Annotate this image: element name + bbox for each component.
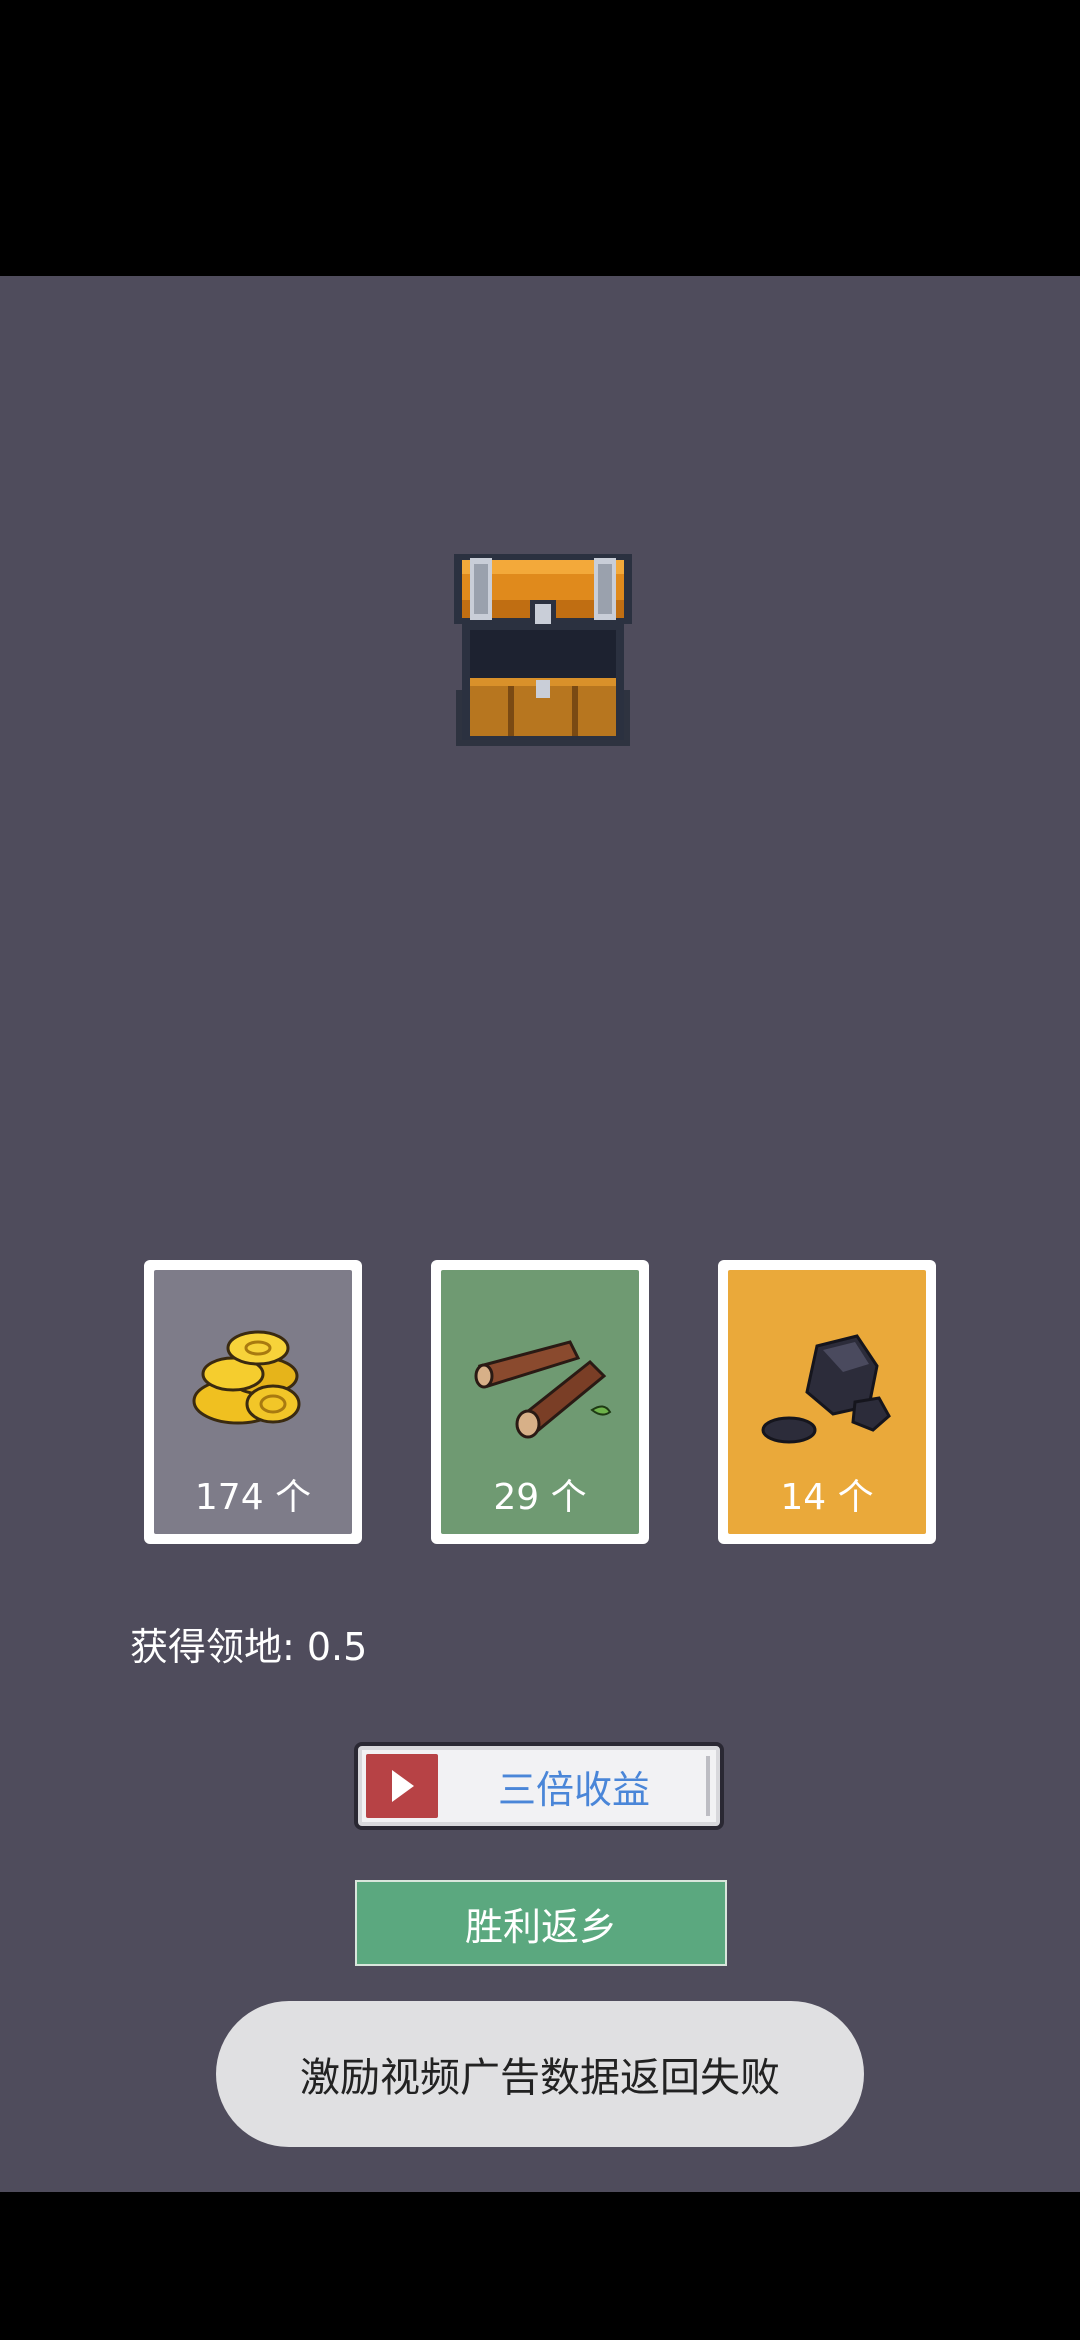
reward-card-coal: 14 个 bbox=[718, 1260, 936, 1544]
toast-message: 激励视频广告数据返回失败 bbox=[216, 2001, 864, 2147]
gold-count: 174 个 bbox=[194, 1477, 312, 1518]
return-home-button[interactable]: 胜利返乡 bbox=[355, 1880, 727, 1966]
gold-coins-icon bbox=[192, 1330, 301, 1425]
status-bar-area bbox=[0, 0, 1080, 276]
coal-count: 14 个 bbox=[780, 1477, 874, 1518]
play-video-icon bbox=[366, 1754, 438, 1818]
wood-count: 29 个 bbox=[493, 1477, 587, 1518]
button-edge bbox=[706, 1756, 710, 1816]
navigation-bar-area bbox=[0, 2192, 1080, 2340]
triple-reward-label: 三倍收益 bbox=[497, 1767, 650, 1812]
reward-card-gold: 174 个 bbox=[144, 1260, 362, 1544]
treasure-chest-icon bbox=[454, 554, 632, 746]
territory-gained-label: 获得领地: 0.5 bbox=[130, 1625, 368, 1669]
coal-icon bbox=[761, 1334, 891, 1444]
reward-card-wood: 29 个 bbox=[431, 1260, 649, 1544]
triple-reward-button[interactable]: 三倍收益 bbox=[354, 1742, 724, 1830]
wood-logs-icon bbox=[474, 1340, 612, 1439]
